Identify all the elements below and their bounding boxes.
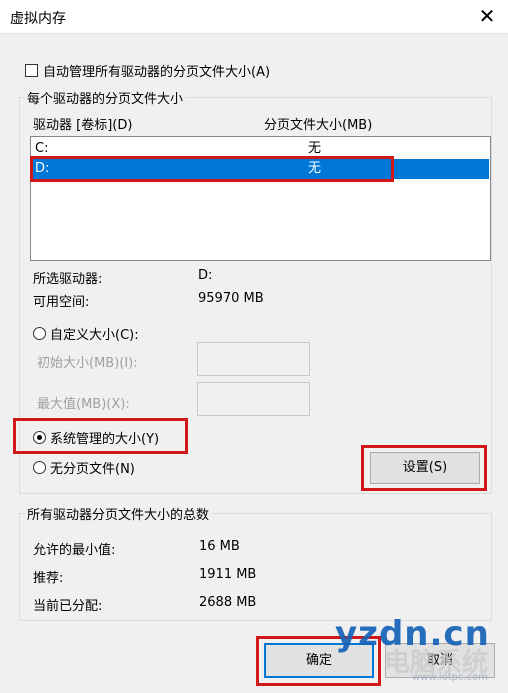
set-button[interactable]: 设置(S) xyxy=(370,452,480,484)
initial-size-label: 初始大小(MB)(I): xyxy=(37,356,138,371)
totals-group-legend: 所有驱动器分页文件大小的总数 xyxy=(25,504,212,523)
selected-drive-value: D: xyxy=(198,268,213,283)
initial-size-input[interactable] xyxy=(197,342,310,376)
system-managed-radio[interactable] xyxy=(33,431,46,444)
current-allocated-label: 当前已分配: xyxy=(33,599,103,614)
current-allocated-value: 2688 MB xyxy=(199,595,257,610)
free-space-label: 可用空间: xyxy=(33,295,90,310)
title-bar: 虚拟内存 ✕ xyxy=(0,0,508,34)
no-paging-radio[interactable] xyxy=(33,461,46,474)
system-managed-label[interactable]: 系统管理的大小(Y) xyxy=(50,428,159,447)
window-title: 虚拟内存 xyxy=(10,11,66,27)
free-space-value: 95970 MB xyxy=(198,291,264,306)
drives-group-legend: 每个驱动器的分页文件大小 xyxy=(25,88,186,107)
recommended-value: 1911 MB xyxy=(199,567,257,582)
auto-manage-label[interactable]: 自动管理所有驱动器的分页文件大小(A) xyxy=(43,61,270,80)
no-paging-label[interactable]: 无分页文件(N) xyxy=(50,458,135,477)
close-icon[interactable]: ✕ xyxy=(476,4,498,28)
min-allowed-label: 允许的最小值: xyxy=(33,543,116,558)
column-header-drive: 驱动器 [卷标](D) xyxy=(33,118,133,133)
custom-size-label[interactable]: 自定义大小(C): xyxy=(50,324,139,343)
drive-list[interactable]: C: 无 D: 无 xyxy=(30,136,491,261)
highlight-selected-drive xyxy=(30,156,394,182)
min-allowed-value: 16 MB xyxy=(199,539,240,554)
recommended-label: 推荐: xyxy=(33,571,64,586)
watermark-logo: yzdn.cn xyxy=(335,614,490,654)
max-size-label: 最大值(MB)(X): xyxy=(37,397,130,412)
max-size-input[interactable] xyxy=(197,382,310,416)
watermark-url: www.lotpc.com xyxy=(412,672,488,683)
custom-size-radio[interactable] xyxy=(33,327,46,340)
auto-manage-checkbox[interactable] xyxy=(25,64,38,77)
column-header-size: 分页文件大小(MB) xyxy=(264,118,373,133)
selected-drive-label: 所选驱动器: xyxy=(33,272,103,287)
